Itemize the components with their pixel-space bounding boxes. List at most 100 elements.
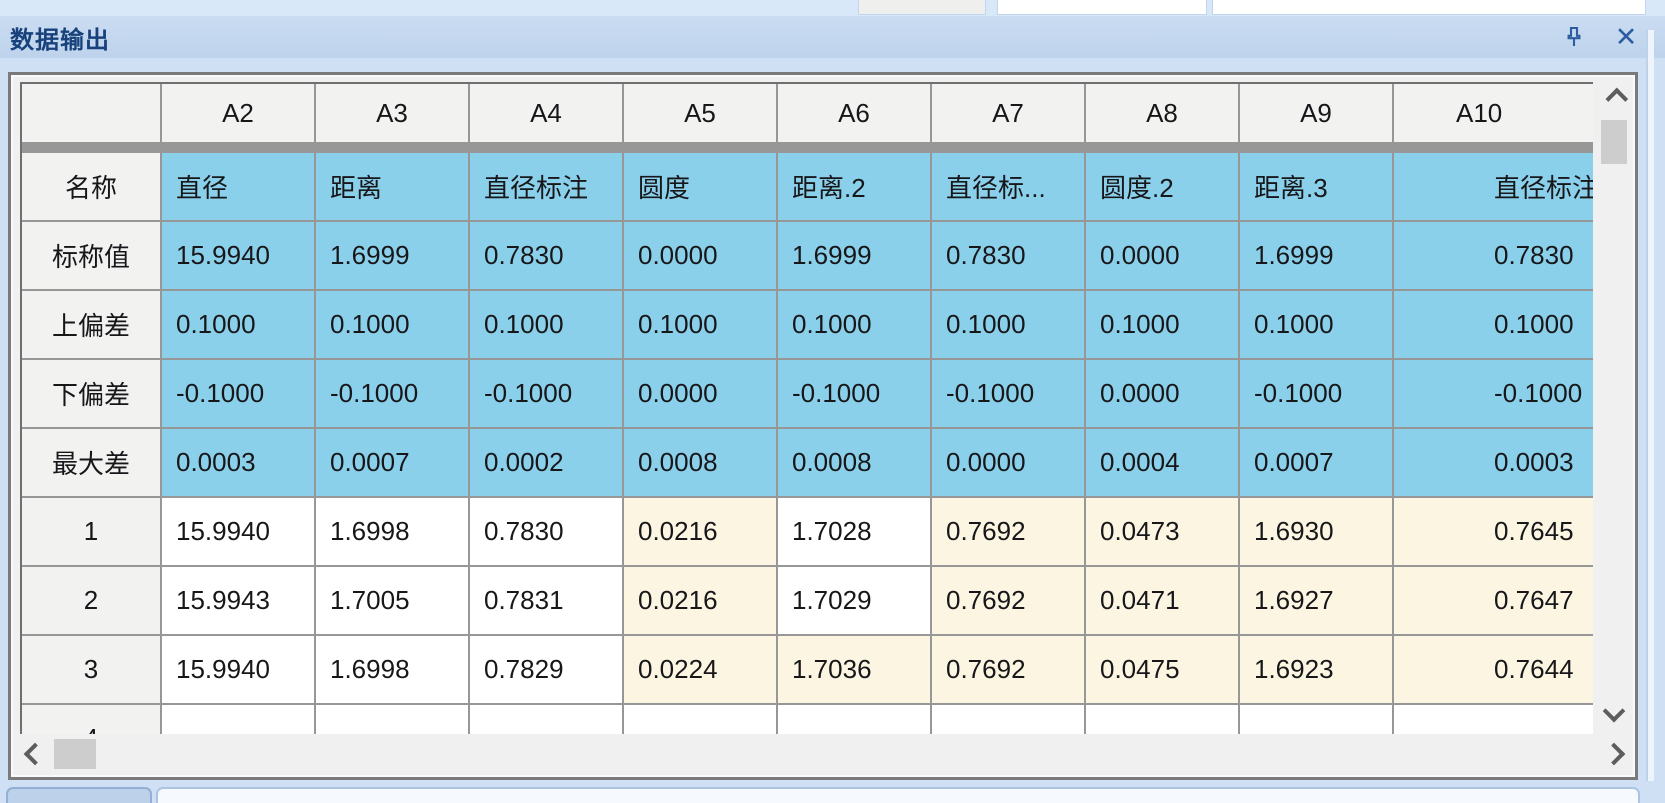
table-cell[interactable]: 0.7692	[932, 636, 1084, 703]
table-cell[interactable]: 0.0224	[624, 636, 776, 703]
table-cell[interactable]: 0.1000	[1394, 291, 1593, 358]
scroll-up-button[interactable]	[1597, 82, 1631, 116]
row-label[interactable]: 4	[22, 705, 160, 734]
table-cell[interactable]: 1.6923	[1240, 636, 1392, 703]
table-cell[interactable]: 0.7830	[470, 498, 622, 565]
table-cell[interactable]: 0.1000	[1240, 291, 1392, 358]
table-cell[interactable]: 0.0004	[1086, 429, 1238, 496]
table-cell[interactable]: 0.0000	[1086, 360, 1238, 427]
row-label[interactable]: 标称值	[22, 222, 160, 289]
table-cell[interactable]: 0.0216	[624, 498, 776, 565]
column-header-a8[interactable]: A8	[1086, 84, 1238, 142]
table-cell[interactable]: 1.6927	[1240, 567, 1392, 634]
table-cell[interactable]: 0.0000	[624, 360, 776, 427]
horizontal-scroll-thumb[interactable]	[54, 739, 96, 769]
column-header-a3[interactable]: A3	[316, 84, 468, 142]
table-cell[interactable]: 0.7831	[470, 567, 622, 634]
table-cell[interactable]	[1086, 705, 1238, 734]
table-cell[interactable]	[162, 705, 314, 734]
column-header-a6[interactable]: A6	[778, 84, 930, 142]
table-cell[interactable]	[316, 705, 468, 734]
pin-button[interactable]	[1559, 22, 1589, 52]
table-cell[interactable]: 1.6998	[316, 498, 468, 565]
table-cell[interactable]: 1.6999	[778, 222, 930, 289]
table-cell[interactable]: 1.7028	[778, 498, 930, 565]
table-cell[interactable]: 1.7029	[778, 567, 930, 634]
table-cell[interactable]: 15.9943	[162, 567, 314, 634]
table-cell[interactable]: 0.7645	[1394, 498, 1593, 565]
table-cell[interactable]: 0.1000	[470, 291, 622, 358]
table-cell[interactable]: 1.6999	[1240, 222, 1392, 289]
table-cell[interactable]: 0.0000	[624, 222, 776, 289]
table-cell[interactable]: 0.0007	[316, 429, 468, 496]
row-label[interactable]: 下偏差	[22, 360, 160, 427]
table-cell[interactable]: 距离.2	[778, 153, 930, 220]
table-cell[interactable]: -0.1000	[470, 360, 622, 427]
table-cell[interactable]: -0.1000	[778, 360, 930, 427]
horizontal-scrollbar[interactable]	[18, 735, 1631, 773]
table-cell[interactable]: 0.7830	[470, 222, 622, 289]
table-cell[interactable]: 圆度	[624, 153, 776, 220]
table-cell[interactable]: 0.7829	[470, 636, 622, 703]
table-cell[interactable]: -0.1000	[162, 360, 314, 427]
table-cell[interactable]: 0.0471	[1086, 567, 1238, 634]
table-cell[interactable]: -0.1000	[1240, 360, 1392, 427]
table-cell[interactable]	[624, 705, 776, 734]
table-cell[interactable]: 0.0007	[1240, 429, 1392, 496]
table-cell[interactable]: 0.1000	[778, 291, 930, 358]
table-cell[interactable]: 直径	[162, 153, 314, 220]
table-cell[interactable]: 0.0000	[932, 429, 1084, 496]
table-cell[interactable]: 0.7647	[1394, 567, 1593, 634]
table-cell[interactable]: 0.1000	[932, 291, 1084, 358]
row-label[interactable]: 最大差	[22, 429, 160, 496]
row-label[interactable]: 名称	[22, 153, 160, 220]
row-label[interactable]: 3	[22, 636, 160, 703]
table-cell[interactable]	[470, 705, 622, 734]
column-header-a7[interactable]: A7	[932, 84, 1084, 142]
column-header-a9[interactable]: A9	[1240, 84, 1392, 142]
table-cell[interactable]: 15.9940	[162, 222, 314, 289]
table-cell[interactable]: 0.1000	[316, 291, 468, 358]
table-cell[interactable]: 距离	[316, 153, 468, 220]
table-cell[interactable]	[1394, 705, 1593, 734]
row-label[interactable]: 上偏差	[22, 291, 160, 358]
table-cell[interactable]: 距离.3	[1240, 153, 1392, 220]
table-cell[interactable]: 0.0003	[162, 429, 314, 496]
table-cell[interactable]: 0.7830	[1394, 222, 1593, 289]
table-cell[interactable]	[778, 705, 930, 734]
row-label[interactable]: 2	[22, 567, 160, 634]
table-cell[interactable]: 1.7036	[778, 636, 930, 703]
table-cell[interactable]: 0.7692	[932, 498, 1084, 565]
table-cell[interactable]: 1.6999	[316, 222, 468, 289]
table-cell[interactable]: 0.0008	[778, 429, 930, 496]
table-cell[interactable]: 直径标注	[470, 153, 622, 220]
table-cell[interactable]: 0.0473	[1086, 498, 1238, 565]
table-cell[interactable]	[1240, 705, 1392, 734]
table-cell[interactable]: -0.1000	[316, 360, 468, 427]
table-cell[interactable]: 0.0216	[624, 567, 776, 634]
close-button[interactable]: ✕	[1611, 22, 1641, 52]
column-header-a5[interactable]: A5	[624, 84, 776, 142]
scroll-left-button[interactable]	[18, 735, 52, 773]
bottom-tab-1[interactable]	[6, 787, 152, 803]
column-header-a4[interactable]: A4	[470, 84, 622, 142]
table-cell[interactable]: 15.9940	[162, 498, 314, 565]
table-cell[interactable]: -0.1000	[932, 360, 1084, 427]
table-cell[interactable]: 0.7830	[932, 222, 1084, 289]
table-cell[interactable]: 0.7644	[1394, 636, 1593, 703]
table-cell[interactable]: 0.0008	[624, 429, 776, 496]
table-cell[interactable]: 0.1000	[1086, 291, 1238, 358]
table-cell[interactable]: 1.6998	[316, 636, 468, 703]
vertical-scrollbar[interactable]	[1597, 82, 1631, 731]
table-cell[interactable]	[932, 705, 1084, 734]
table-cell[interactable]: 0.1000	[162, 291, 314, 358]
column-header-a2[interactable]: A2	[162, 84, 314, 142]
table-cell[interactable]: 直径标...	[932, 153, 1084, 220]
row-label[interactable]: 1	[22, 498, 160, 565]
table-cell[interactable]: 直径标注	[1394, 153, 1593, 220]
table-cell[interactable]: 1.7005	[316, 567, 468, 634]
table-cell[interactable]: 1.6930	[1240, 498, 1392, 565]
column-header-a10[interactable]: A10	[1394, 84, 1593, 142]
table-cell[interactable]: 0.0003	[1394, 429, 1593, 496]
table-cell[interactable]: -0.1000	[1394, 360, 1593, 427]
